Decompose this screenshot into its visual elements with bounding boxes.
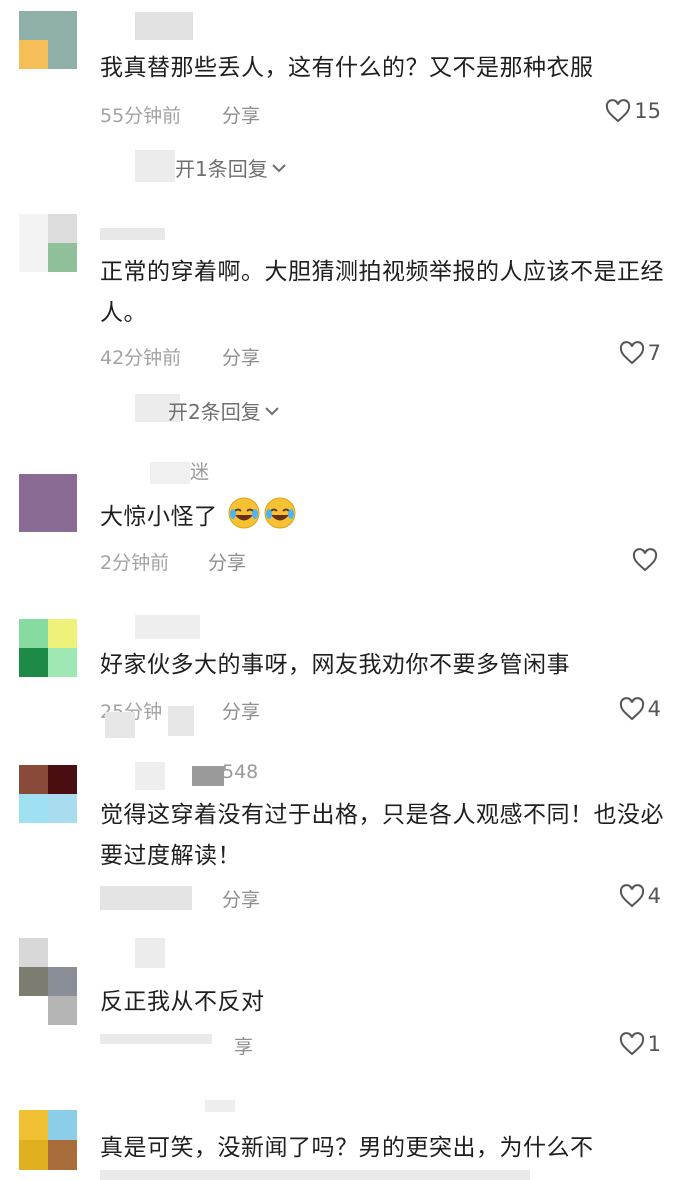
replies-label: 开1条回复 xyxy=(175,157,268,181)
rofl-emoji-icon xyxy=(264,497,296,529)
like-button[interactable]: 1 xyxy=(619,1032,661,1056)
like-count: 4 xyxy=(647,697,661,721)
username: 迷 xyxy=(190,461,210,483)
time-mosaic xyxy=(100,886,192,910)
like-count: 15 xyxy=(634,99,661,123)
comment-text: 大惊小怪了 xyxy=(100,496,665,538)
like-button[interactable]: 7 xyxy=(619,341,661,365)
share-button[interactable]: 享 xyxy=(234,1032,253,1059)
avatar[interactable] xyxy=(19,474,77,532)
comment-text: 觉得这穿着没有过于出格，只是各人观感不同！也没必要过度解读！ xyxy=(100,802,664,869)
like-count: 4 xyxy=(647,884,661,908)
comment-text-content: 大惊小怪了 xyxy=(100,504,218,530)
time-mosaic xyxy=(168,706,194,736)
like-button[interactable]: 4 xyxy=(619,884,661,908)
avatar[interactable] xyxy=(19,938,77,1025)
comment-text: 好家伙多大的事呀，网友我劝你不要多管闲事 xyxy=(100,652,570,678)
avatar[interactable] xyxy=(19,619,77,677)
replies-label: 开2条回复 xyxy=(168,400,261,424)
username-mosaic xyxy=(135,938,165,968)
heart-outline-icon xyxy=(619,341,644,365)
heart-outline-icon xyxy=(619,884,644,908)
username-mosaic xyxy=(192,766,224,786)
username-mosaic xyxy=(100,228,165,240)
username-mosaic xyxy=(150,462,190,484)
heart-outline-icon xyxy=(619,697,644,721)
like-button[interactable]: 4 xyxy=(619,697,661,721)
expand-replies-button[interactable]: 开2条回复 xyxy=(168,396,279,425)
rofl-emoji-icon xyxy=(228,497,260,529)
like-count: 1 xyxy=(647,1032,661,1056)
username-mosaic xyxy=(135,762,165,790)
share-button[interactable]: 分享 xyxy=(222,101,260,128)
avatar[interactable] xyxy=(19,214,77,272)
username-mosaic xyxy=(135,12,193,40)
like-count: 7 xyxy=(647,341,661,365)
avatar[interactable] xyxy=(19,765,77,823)
chevron-down-icon xyxy=(265,406,279,415)
expand-replies-button[interactable]: 开1条回复 xyxy=(175,153,286,182)
time-mosaic xyxy=(100,1034,212,1044)
comment-text: 正常的穿着啊。大胆猜测拍视频举报的人应该不是正经人。 xyxy=(100,259,664,326)
like-button[interactable] xyxy=(632,548,661,572)
time-mosaic xyxy=(105,712,135,738)
comment-text: 我真替那些丢人，这有什么的？又不是那种衣服 xyxy=(100,55,594,81)
comment-time: 42分钟前 xyxy=(100,347,182,369)
heart-outline-icon xyxy=(606,99,631,123)
share-button[interactable]: 分享 xyxy=(222,343,260,370)
cut-off-line xyxy=(100,1170,530,1180)
username: 548 xyxy=(222,761,259,783)
reply-mosaic xyxy=(135,150,175,182)
share-button[interactable]: 分享 xyxy=(222,697,260,724)
username-mosaic xyxy=(135,615,200,639)
avatar[interactable] xyxy=(19,11,77,69)
comment-text: 真是可笑，没新闻了吗？男的更突出，为什么不 xyxy=(100,1135,594,1161)
share-button[interactable]: 分享 xyxy=(222,885,260,912)
like-button[interactable]: 15 xyxy=(605,99,661,123)
chevron-down-icon xyxy=(272,163,286,172)
comment-time: 2分钟前 xyxy=(100,552,170,574)
avatar[interactable] xyxy=(19,1110,77,1170)
share-button[interactable]: 分享 xyxy=(208,548,246,575)
comment-time: 55分钟前 xyxy=(100,105,182,127)
heart-outline-icon xyxy=(632,548,658,572)
comment-text: 反正我从不反对 xyxy=(100,989,265,1015)
heart-outline-icon xyxy=(619,1032,644,1056)
username-mosaic xyxy=(205,1100,235,1112)
